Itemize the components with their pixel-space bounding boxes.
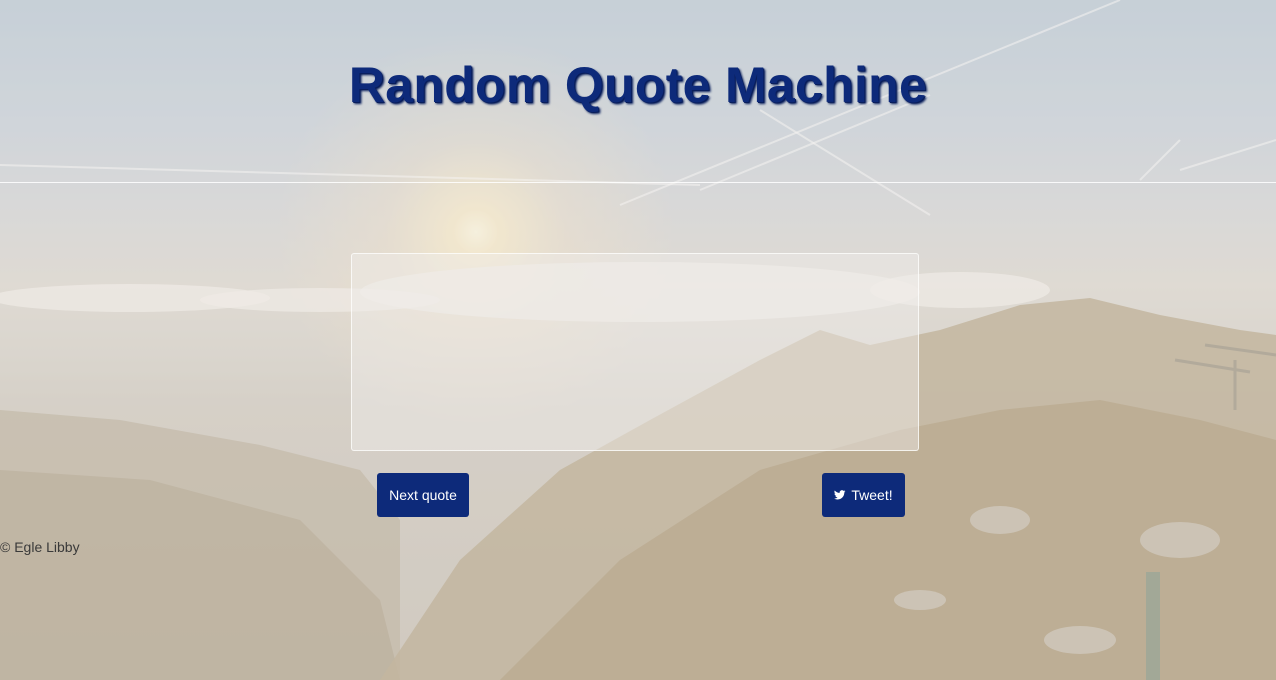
twitter-bird-icon bbox=[834, 490, 846, 500]
tweet-label: Tweet! bbox=[851, 487, 893, 503]
quote-box bbox=[351, 253, 919, 451]
page-title: Random Quote Machine bbox=[348, 57, 928, 113]
footer-credit: © Egle Libby bbox=[0, 539, 80, 555]
next-quote-button[interactable]: Next quote bbox=[377, 473, 469, 517]
next-quote-label: Next quote bbox=[389, 487, 457, 503]
tweet-button[interactable]: Tweet! bbox=[822, 473, 905, 517]
page-header: Random Quote Machine bbox=[0, 0, 1276, 183]
